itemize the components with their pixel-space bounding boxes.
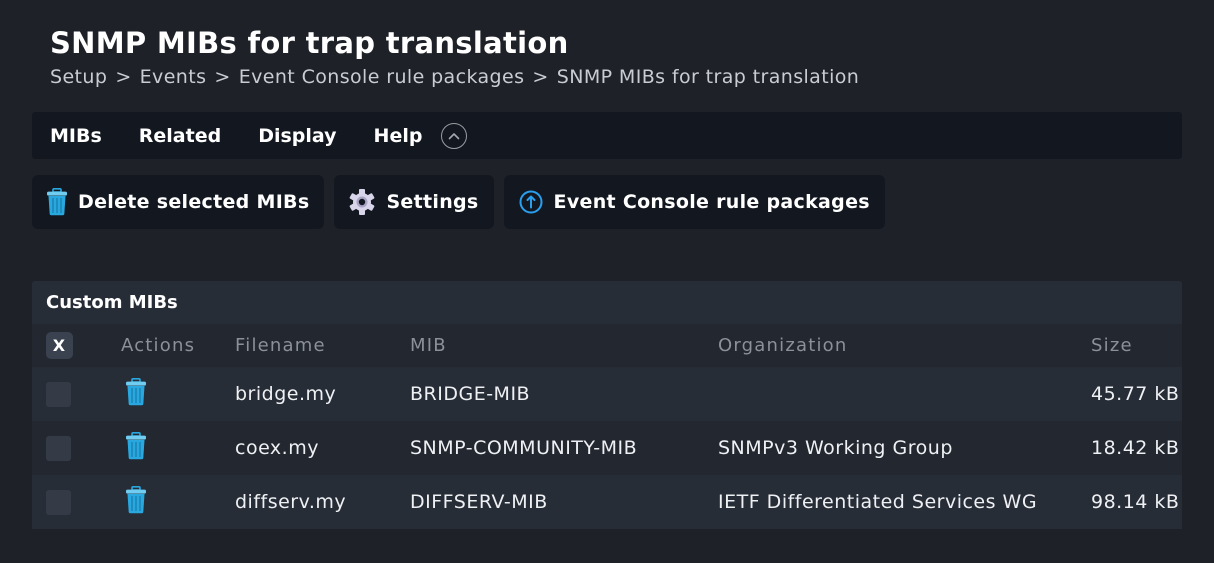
column-header-size[interactable]: Size	[1091, 324, 1182, 367]
cell-organization	[718, 367, 1091, 421]
menu-help[interactable]: Help	[374, 125, 423, 147]
delete-mib-button[interactable]	[125, 485, 147, 514]
breadcrumb-setup[interactable]: Setup	[50, 66, 107, 88]
breadcrumb-current[interactable]: SNMP MIBs for trap translation	[557, 66, 859, 88]
delete-mib-button[interactable]	[125, 377, 147, 406]
cell-filename: diffserv.my	[235, 491, 347, 513]
column-header-mib[interactable]: MIB	[410, 324, 718, 367]
chevron-up-icon	[449, 132, 460, 139]
trash-icon	[126, 431, 146, 459]
breadcrumb-separator: >	[115, 66, 132, 88]
menu-related[interactable]: Related	[139, 125, 221, 147]
cell-mib: SNMP-COMMUNITY-MIB	[410, 437, 638, 459]
column-header-filename[interactable]: Filename	[235, 324, 410, 367]
cell-mib: DIFFSERV-MIB	[410, 491, 548, 513]
menu-display[interactable]: Display	[258, 125, 336, 147]
page-title: SNMP MIBs for trap translation	[50, 26, 569, 60]
trash-icon	[126, 377, 146, 405]
action-bar: Delete selected MIBs Settings Event Cons…	[32, 175, 885, 229]
table-row: coex.my SNMP-COMMUNITY-MIB SNMPv3 Workin…	[32, 421, 1182, 475]
breadcrumb-separator: >	[214, 66, 231, 88]
row-checkbox[interactable]	[46, 435, 71, 461]
cell-size: 18.42 kB	[1091, 437, 1180, 459]
cell-filename: coex.my	[235, 437, 319, 459]
settings-label: Settings	[386, 191, 479, 213]
cell-mib: BRIDGE-MIB	[410, 383, 531, 405]
menu-mibs[interactable]: MIBs	[50, 125, 102, 147]
table-header-row: X Actions Filename MIB Organization Size	[32, 324, 1182, 367]
arrow-up-circle-icon	[518, 189, 544, 215]
event-console-rule-packages-button[interactable]: Event Console rule packages	[503, 175, 885, 229]
custom-mibs-panel: Custom MIBs X Actions Filename MIB Organ…	[32, 281, 1182, 529]
settings-button[interactable]: Settings	[334, 175, 494, 229]
delete-selected-mibs-button[interactable]: Delete selected MIBs	[32, 175, 325, 229]
cell-size: 45.77 kB	[1091, 383, 1180, 405]
delete-selected-mibs-label: Delete selected MIBs	[78, 191, 310, 213]
gear-icon	[348, 188, 376, 216]
row-checkbox[interactable]	[46, 489, 71, 515]
table-row: diffserv.my DIFFSERV-MIB IETF Differenti…	[32, 475, 1182, 529]
trash-icon	[126, 485, 146, 513]
cell-size: 98.14 kB	[1091, 491, 1180, 513]
breadcrumb-events[interactable]: Events	[140, 66, 207, 88]
breadcrumb-rule-packages[interactable]: Event Console rule packages	[239, 66, 525, 88]
row-checkbox[interactable]	[46, 381, 71, 407]
column-header-organization[interactable]: Organization	[718, 324, 1091, 367]
panel-title: Custom MIBs	[46, 292, 178, 313]
cell-organization: IETF Differentiated Services WG	[718, 491, 1038, 513]
delete-mib-button[interactable]	[125, 431, 147, 460]
cell-organization: SNMPv3 Working Group	[718, 437, 953, 459]
page-menu-bar: MIBs Related Display Help	[32, 112, 1182, 159]
toggle-all-checkbox-button[interactable]: X	[46, 332, 73, 359]
breadcrumb: Setup > Events > Event Console rule pack…	[50, 66, 859, 88]
event-console-rule-packages-label: Event Console rule packages	[553, 191, 870, 213]
column-header-actions: Actions	[121, 335, 196, 356]
cell-filename: bridge.my	[235, 383, 337, 405]
breadcrumb-separator: >	[532, 66, 549, 88]
collapse-menu-button[interactable]	[441, 122, 468, 149]
trash-icon	[46, 188, 68, 216]
table-row: bridge.my BRIDGE-MIB 45.77 kB	[32, 367, 1182, 421]
mibs-table: X Actions Filename MIB Organization Size	[32, 324, 1182, 529]
